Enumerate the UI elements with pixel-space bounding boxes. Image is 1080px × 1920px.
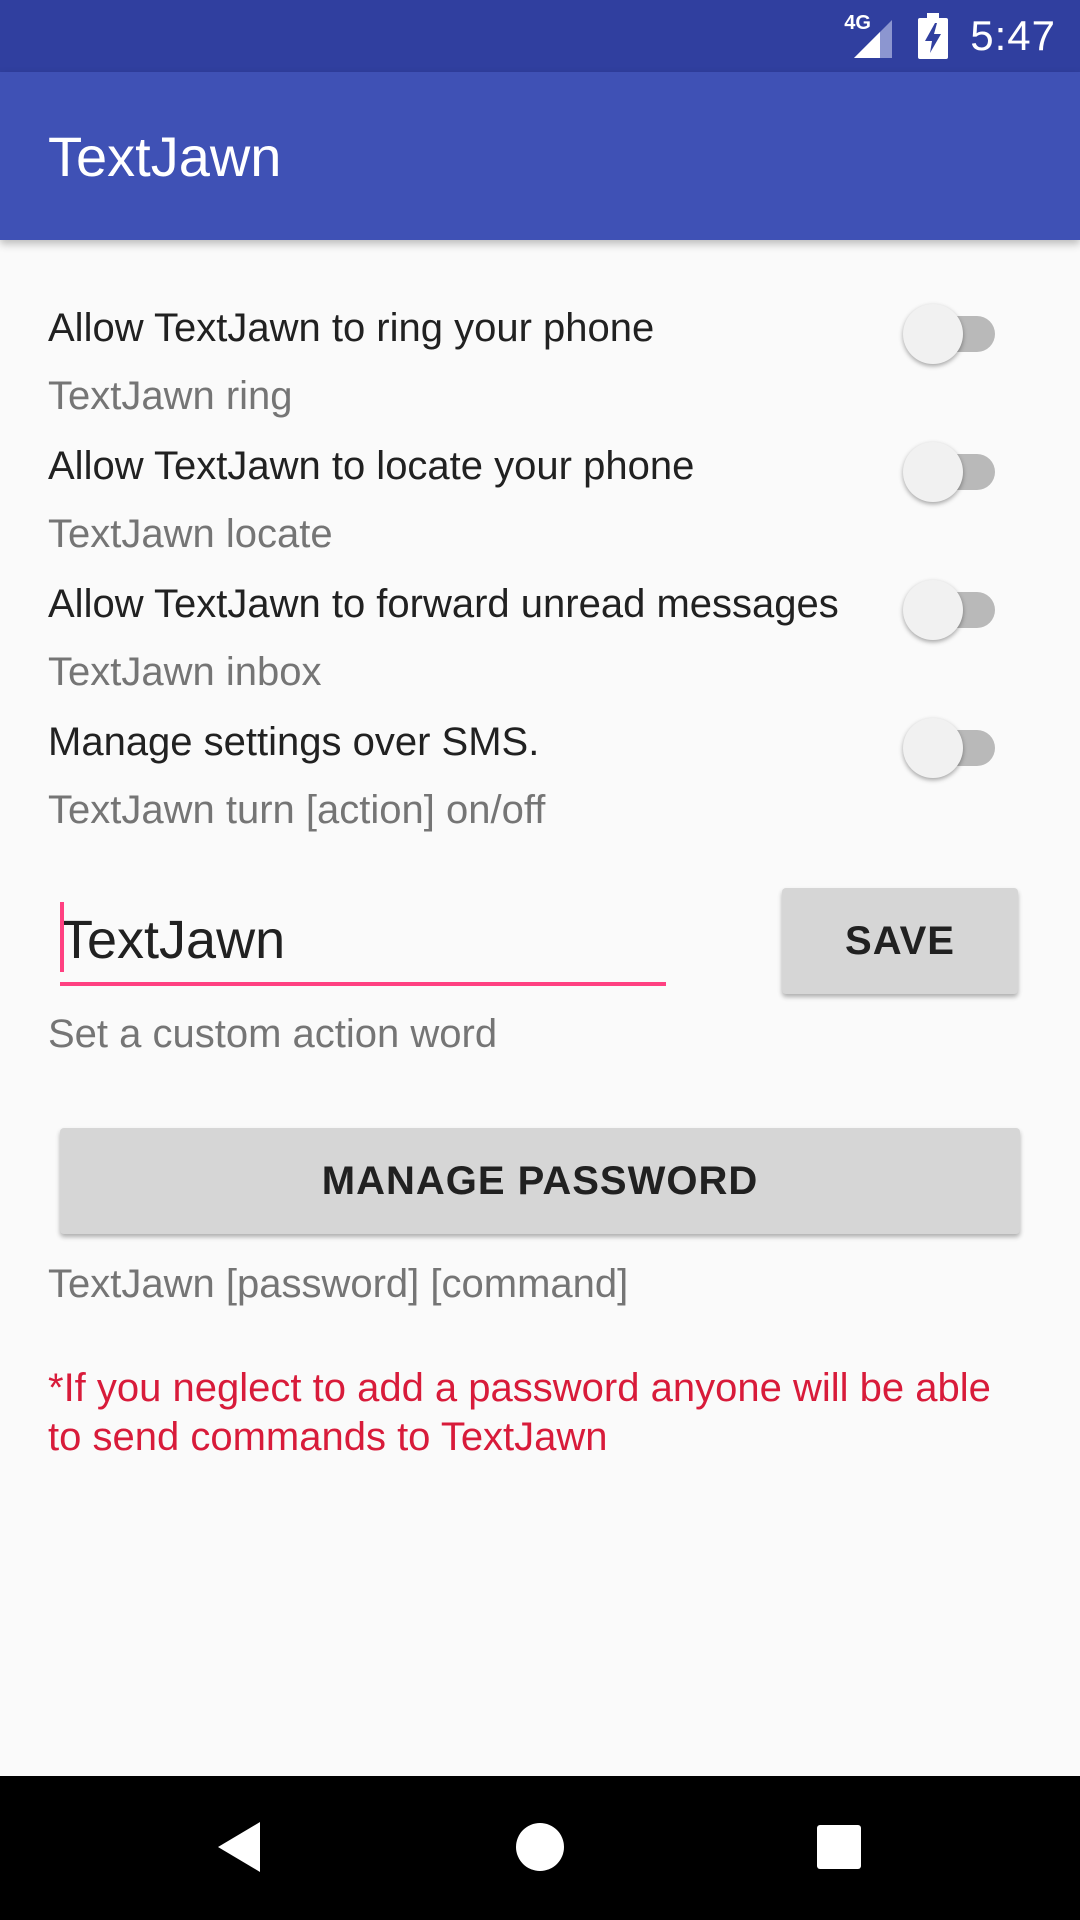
setting-ring: Allow TextJawn to ring your phone TextJa… xyxy=(48,304,1032,444)
battery-charging-icon xyxy=(918,13,949,59)
inbox-toggle[interactable] xyxy=(903,578,1003,642)
locate-toggle[interactable] xyxy=(903,440,1003,504)
setting-inbox-subtitle: TextJawn inbox xyxy=(48,650,322,694)
setting-sms-subtitle: TextJawn turn [action] on/off xyxy=(48,788,546,832)
app-bar: TextJawn xyxy=(0,72,1080,240)
setting-inbox: Allow TextJawn to forward unread message… xyxy=(48,580,1032,720)
home-icon[interactable] xyxy=(507,1814,573,1880)
sms-toggle[interactable] xyxy=(903,716,1003,780)
save-button[interactable]: SAVE xyxy=(782,888,1018,994)
setting-ring-title: Allow TextJawn to ring your phone xyxy=(48,306,655,350)
setting-locate-title: Allow TextJawn to locate your phone xyxy=(48,444,695,488)
navigation-bar xyxy=(0,1776,1080,1920)
locate-toggle-thumb xyxy=(903,442,963,502)
setting-locate-subtitle: TextJawn locate xyxy=(48,512,333,556)
ring-toggle[interactable] xyxy=(903,302,1003,366)
back-icon[interactable] xyxy=(210,1814,276,1880)
action-word-input[interactable] xyxy=(60,898,666,986)
sms-toggle-thumb xyxy=(903,718,963,778)
setting-sms: Manage settings over SMS. TextJawn turn … xyxy=(48,718,1032,858)
setting-locate: Allow TextJawn to locate your phone Text… xyxy=(48,442,1032,582)
inbox-toggle-thumb xyxy=(903,580,963,640)
setting-ring-subtitle: TextJawn ring xyxy=(48,374,293,418)
app-title: TextJawn xyxy=(48,125,282,188)
setting-sms-title: Manage settings over SMS. xyxy=(48,720,540,764)
recents-icon[interactable] xyxy=(806,1814,872,1880)
password-warning: *If you neglect to add a password anyone… xyxy=(48,1366,991,1459)
text-cursor xyxy=(60,902,64,972)
clock: 5:47 xyxy=(970,12,1056,59)
action-word-helper: Set a custom action word xyxy=(48,1012,498,1056)
signal-icon: 4G xyxy=(844,12,896,58)
password-helper: TextJawn [password] [command] xyxy=(48,1262,629,1306)
manage-password-button[interactable]: MANAGE PASSWORD xyxy=(60,1128,1020,1234)
status-bar: 4G 5:47 xyxy=(0,0,1080,72)
status-icons: 4G 5:47 xyxy=(844,12,1056,60)
ring-toggle-thumb xyxy=(903,304,963,364)
setting-inbox-title: Allow TextJawn to forward unread message… xyxy=(48,582,839,626)
